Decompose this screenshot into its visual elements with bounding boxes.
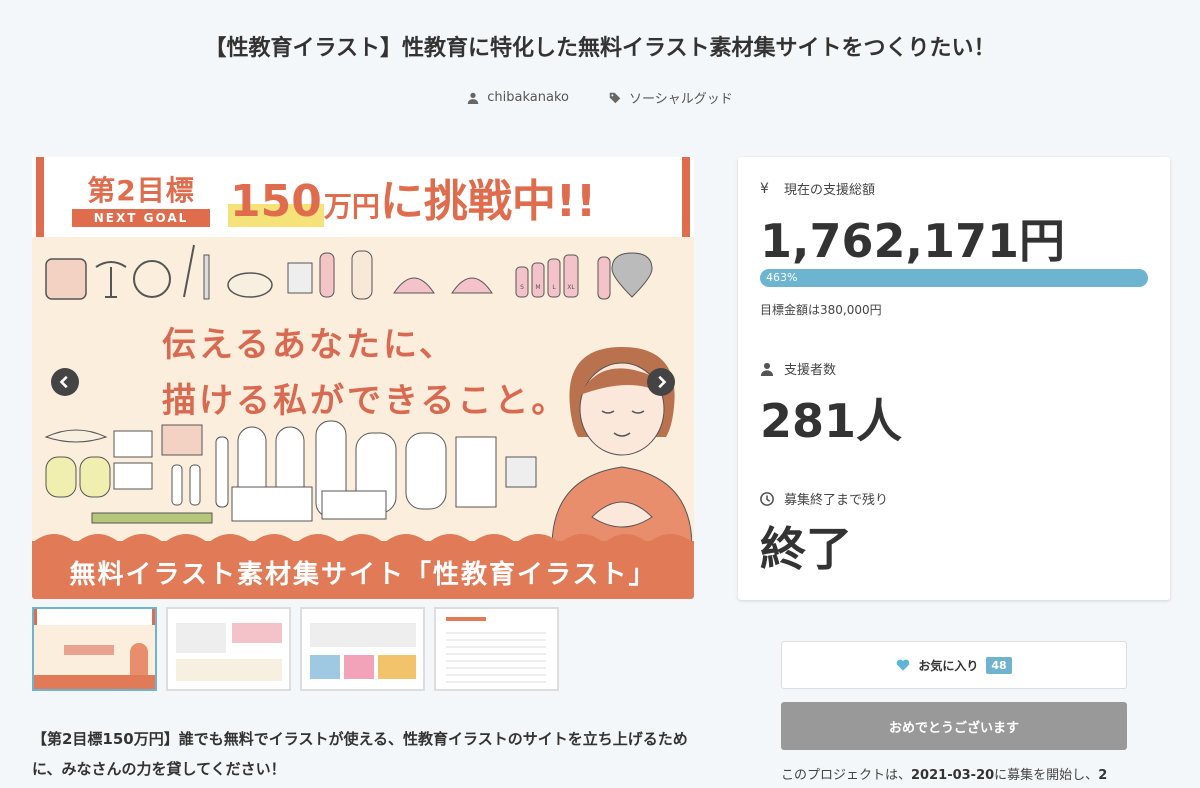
illustration-row-top: S M L XL	[45, 244, 653, 300]
category-name: ソーシャルグッド	[628, 92, 733, 107]
thumbnail-4[interactable]	[434, 607, 559, 691]
hero-image: 第2目標 NEXT GOAL 150万円に挑戦中!! S M L XL 伝えるあ…	[32, 157, 694, 599]
favorite-count: 48	[986, 656, 1012, 674]
woman-illustration	[552, 347, 692, 547]
author-link[interactable]: chibakanako	[467, 88, 569, 107]
hero-catchphrase: 伝えるあなたに、 描ける私ができること。	[162, 325, 569, 421]
progress-bar: 463%	[760, 269, 1148, 287]
user-icon	[468, 92, 479, 104]
carousel-next-button[interactable]	[647, 368, 675, 396]
total-label: ¥ 現在の支援総額	[760, 180, 876, 199]
thumbnail-3[interactable]	[300, 607, 425, 691]
category-link[interactable]: ソーシャルグッド	[609, 88, 733, 107]
goal-amount: 目標金額は380,000円	[760, 303, 882, 317]
hero-banner-top: 第2目標 NEXT GOAL 150万円に挑戦中!!	[32, 157, 694, 237]
total-amount: 1,762,171円	[760, 214, 1065, 268]
remaining-value: 終了	[760, 522, 852, 576]
favorite-button[interactable]: お気に入り 48	[781, 641, 1127, 689]
remaining-label: 募集終了まで残り	[760, 489, 888, 508]
project-period: このプロジェクトは、2021-03-20に募集を開始し、2	[781, 768, 1108, 783]
heart-icon	[897, 659, 910, 671]
project-meta: chibakanako ソーシャルグッド	[0, 88, 1200, 107]
thumbnail-1[interactable]	[32, 607, 157, 691]
stats-panel: ¥ 現在の支援総額 1,762,171円 463% 目標金額は380,000円 …	[738, 157, 1170, 600]
thumbnail-strip	[32, 607, 559, 691]
size-label: S	[520, 284, 524, 291]
favorite-label: お気に入り	[918, 658, 979, 673]
hero-banner-bottom: 無料イラスト素材集サイト「性教育イラスト」	[32, 541, 694, 599]
carousel-prev-button[interactable]	[51, 368, 79, 396]
author-name: chibakanako	[487, 90, 569, 105]
user-icon	[760, 362, 774, 376]
thumbnail-2[interactable]	[166, 607, 291, 691]
chevron-left-icon	[59, 375, 68, 389]
clock-icon	[760, 491, 774, 506]
challenge-text: 150万円に挑戦中!!	[228, 176, 597, 227]
chevron-right-icon	[658, 375, 667, 389]
yen-icon: ¥	[760, 180, 769, 197]
page-title: 【性教育イラスト】性教育に特化した無料イラスト素材集サイトをつくりたい！	[204, 36, 996, 61]
tag-icon	[609, 92, 621, 103]
size-label: XL	[567, 284, 575, 291]
goal-badge: 第2目標 NEXT GOAL	[72, 169, 210, 227]
congrats-button[interactable]: おめでとうございます	[781, 702, 1127, 750]
illustration-row-bottom	[44, 420, 537, 524]
supporters-label: 支援者数	[760, 359, 836, 378]
project-description: 【第2目標150万円】誰でも無料でイラストが使える、性教育イラストのサイトを立ち…	[32, 730, 688, 778]
progress-percent: 463%	[766, 271, 798, 284]
supporters-count: 281人	[760, 394, 903, 448]
size-label: M	[535, 284, 540, 291]
